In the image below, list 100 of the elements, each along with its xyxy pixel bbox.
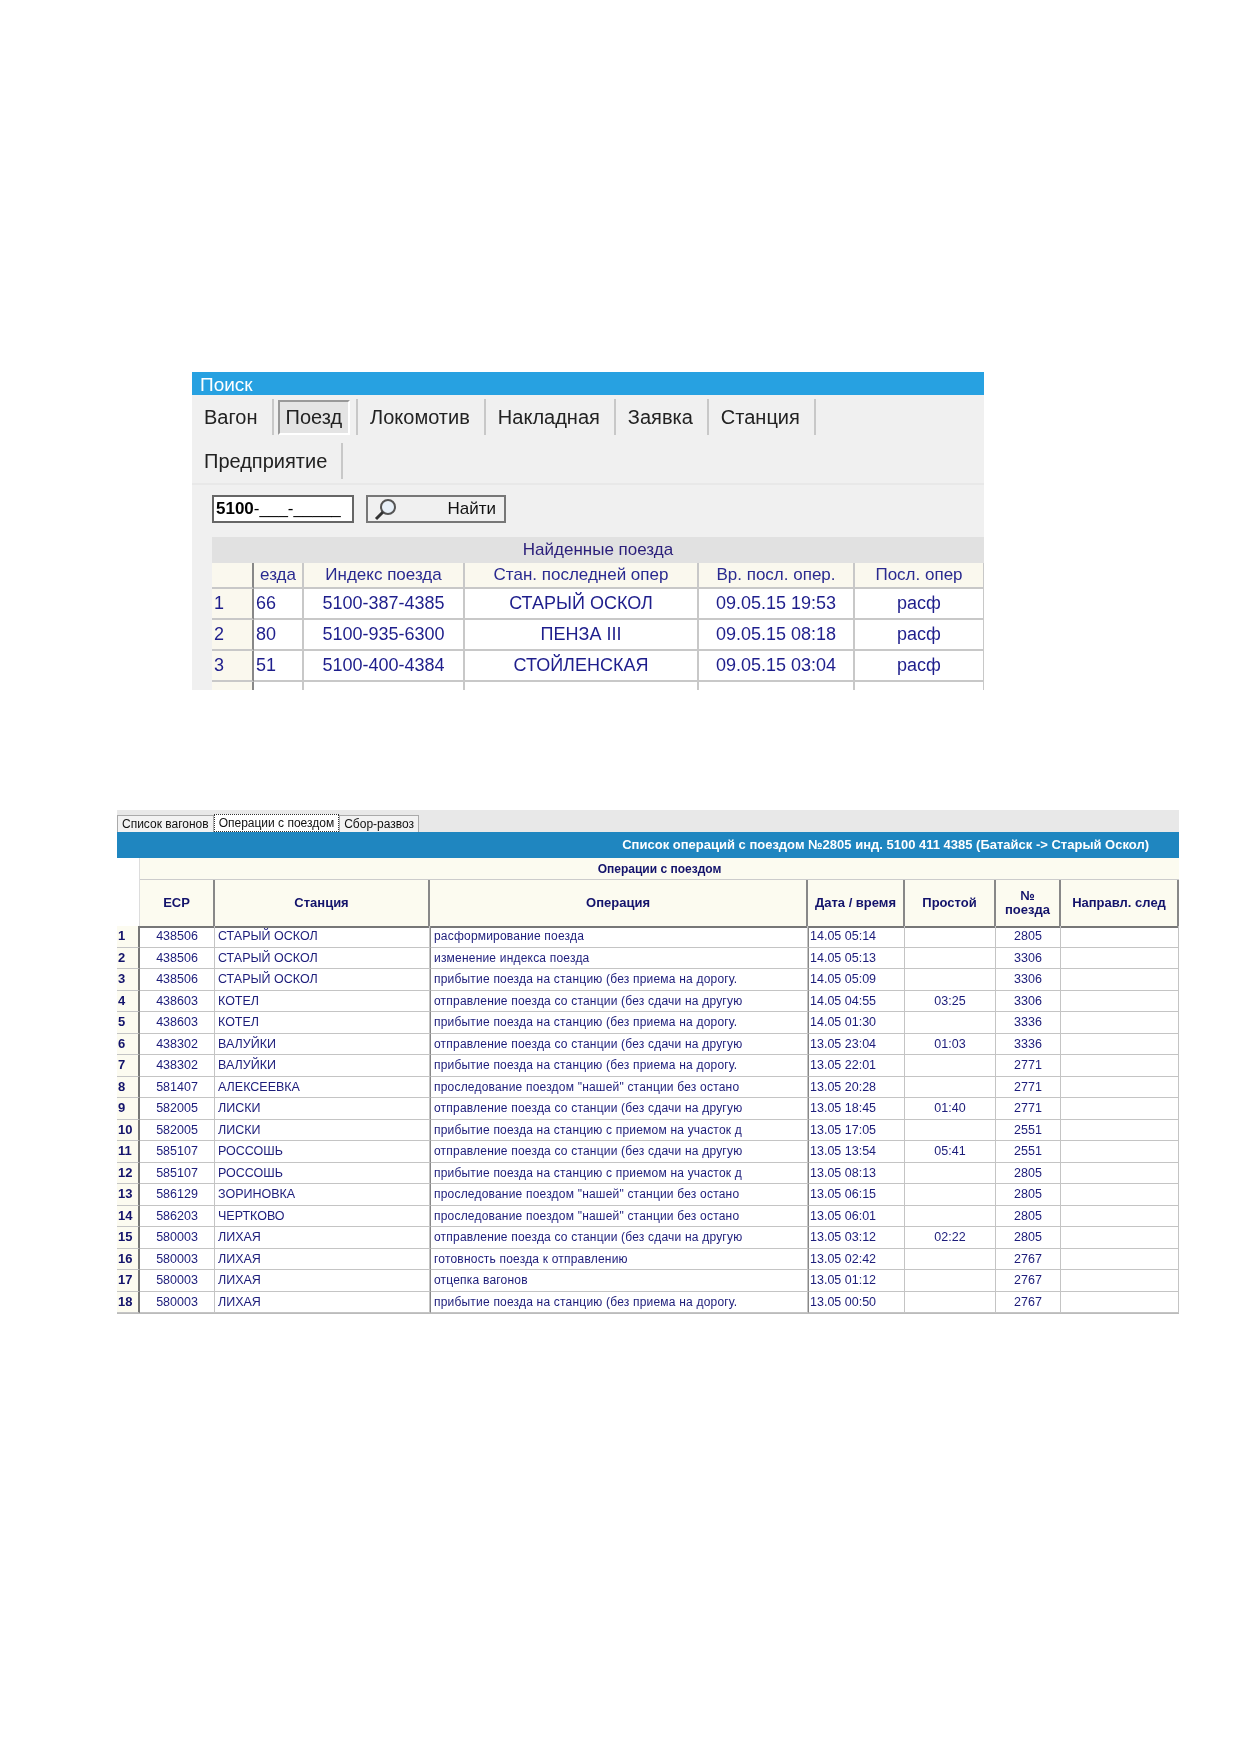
- table-cell: 14.05 05:14: [808, 926, 905, 948]
- search-icon: [374, 497, 398, 521]
- table-cell: 13.05 17:05: [808, 1119, 905, 1141]
- table-cell: 586129: [140, 1184, 215, 1206]
- table-cell: ЛИХАЯ: [215, 1227, 430, 1249]
- tab[interactable]: Локомотив: [362, 399, 478, 435]
- search-field[interactable]: 5100-___-_____: [212, 495, 354, 523]
- row-number: 13: [117, 1184, 140, 1206]
- tab[interactable]: Список вагонов: [117, 815, 214, 832]
- table-cell: 3306: [996, 969, 1061, 991]
- table-cell: 03:25: [905, 990, 996, 1012]
- table-cell: 01:40: [905, 1098, 996, 1120]
- table-cell: прибытие поезда на станцию (без приема на дорогу.: [430, 1012, 808, 1034]
- column-header: Дата / время: [808, 880, 905, 928]
- row-number: 10: [117, 1119, 140, 1141]
- tab[interactable]: Поезд: [277, 399, 351, 435]
- column-header: Стан. последней опер: [465, 563, 699, 589]
- table-cell: 13.05 03:12: [808, 1227, 905, 1249]
- find-button[interactable]: Найти: [366, 495, 506, 523]
- table-cell: отправление поезда со станции (без сдачи на другую: [430, 990, 808, 1012]
- table-cell: 580003: [140, 1291, 215, 1313]
- table-cell: ВАЛУЙКИ: [215, 1033, 430, 1055]
- table-cell: 580003: [140, 1227, 215, 1249]
- table-cell: отправление поезда со станции (без сдачи на другую: [430, 1033, 808, 1055]
- table-cell: 05:41: [905, 1141, 996, 1163]
- table-cell: 13.05 06:15: [808, 1184, 905, 1206]
- table-cell: 13.05 22:01: [808, 1055, 905, 1077]
- table-cell: 13.05 20:28: [808, 1076, 905, 1098]
- table-cell: 3336: [996, 1033, 1061, 1055]
- table-cell: СТАРЫЙ ОСКОЛ: [215, 969, 430, 991]
- column-header: Направл. след: [1061, 880, 1179, 928]
- table-cell: ЛИСКИ: [215, 1119, 430, 1141]
- row-number: 8: [117, 1076, 140, 1098]
- column-header: Простой: [905, 880, 996, 928]
- table-cell: 580003: [140, 1248, 215, 1270]
- row-number: 16: [117, 1248, 140, 1270]
- table-cell: 2767: [996, 1248, 1061, 1270]
- tab[interactable]: Заявка: [619, 399, 701, 435]
- table-cell: 582005: [140, 1098, 215, 1120]
- table-cell: проследование поездом "нашей" станции без остано: [430, 1205, 808, 1227]
- table-cell: 3306: [996, 990, 1061, 1012]
- table-cell: прибытие поезда на станцию (без приема на дорогу.: [430, 1291, 808, 1313]
- table-cell: 2805: [996, 1162, 1061, 1184]
- tab[interactable]: Предприятие: [196, 443, 336, 479]
- row-number: 2: [212, 620, 254, 651]
- table-cell: 09.05.15 03:04: [699, 651, 855, 682]
- table-cell: отцепка вагонов: [430, 1270, 808, 1292]
- table-cell: прибытие поезда на станцию (без приема на дорогу.: [430, 969, 808, 991]
- table-cell: 14.05 01:30: [808, 1012, 905, 1034]
- table-cell: ЛИХАЯ: [215, 1248, 430, 1270]
- table-cell: 14.05 05:13: [808, 947, 905, 969]
- tab[interactable]: Вагон: [196, 399, 266, 435]
- column-header: Станция: [215, 880, 430, 928]
- tab[interactable]: Станция: [712, 399, 808, 435]
- table-cell: ПЕНЗА III: [465, 620, 699, 651]
- tab[interactable]: Операции с поездом: [213, 814, 340, 832]
- table-cell: готовность поезда к отправлению: [430, 1248, 808, 1270]
- table-cell: СТАРЫЙ ОСКОЛ: [465, 589, 699, 620]
- window-title: Поиск: [192, 372, 984, 395]
- table-cell: 438506: [140, 926, 215, 948]
- table-cell: РОССОШЬ: [215, 1162, 430, 1184]
- table-cell: 585107: [140, 1162, 215, 1184]
- row-number: 15: [117, 1227, 140, 1249]
- table-cell: 13.05 23:04: [808, 1033, 905, 1055]
- table-cell: 580003: [140, 1270, 215, 1292]
- table-cell: 438302: [140, 1055, 215, 1077]
- table-cell: ЗОРИНОВКА: [215, 1184, 430, 1206]
- table-cell: 5100-935-6300: [304, 620, 465, 651]
- table-cell: 13.05 02:42: [808, 1248, 905, 1270]
- table-cell: 2767: [996, 1270, 1061, 1292]
- row-number: 4: [117, 990, 140, 1012]
- table-cell: отправление поезда со станции (без сдачи на другую: [430, 1098, 808, 1120]
- table-cell: 09.05.15 19:53: [699, 589, 855, 620]
- group-header: Операции с поездом: [140, 858, 1179, 880]
- table-cell: 09.05.15 08:18: [699, 620, 855, 651]
- table-cell: прибытие поезда на станцию с приемом на участок д: [430, 1119, 808, 1141]
- table-cell: 2805: [996, 926, 1061, 948]
- table-cell: 438603: [140, 990, 215, 1012]
- table-cell: 3306: [996, 947, 1061, 969]
- row-number: 2: [117, 947, 140, 969]
- table-cell: 5100-400-4384: [304, 651, 465, 682]
- tab[interactable]: Сбор-развоз: [339, 815, 420, 832]
- table-cell: 01:03: [905, 1033, 996, 1055]
- table-cell: 13.05 13:54: [808, 1141, 905, 1163]
- row-number: 18: [117, 1291, 140, 1313]
- table-cell: изменение индекса поезда: [430, 947, 808, 969]
- table-cell: КОТЕЛ: [215, 1012, 430, 1034]
- table-cell: расф: [855, 589, 984, 620]
- column-header: Индекс поезда: [304, 563, 465, 589]
- row-number: 1: [117, 926, 140, 948]
- list-title: Список операций с поездом №2805 инд. 5100 411 4385 (Батайск -> Старый Оскол): [622, 837, 1149, 852]
- tab[interactable]: Накладная: [489, 399, 608, 435]
- table-cell: ЛИХАЯ: [215, 1291, 430, 1313]
- table-cell: 13.05 06:01: [808, 1205, 905, 1227]
- column-header: ЕСР: [140, 880, 215, 928]
- table-cell: 438506: [140, 969, 215, 991]
- column-header: езда: [254, 563, 304, 589]
- table-cell: расф: [855, 620, 984, 651]
- table-cell: 2551: [996, 1141, 1061, 1163]
- table-cell: 2771: [996, 1055, 1061, 1077]
